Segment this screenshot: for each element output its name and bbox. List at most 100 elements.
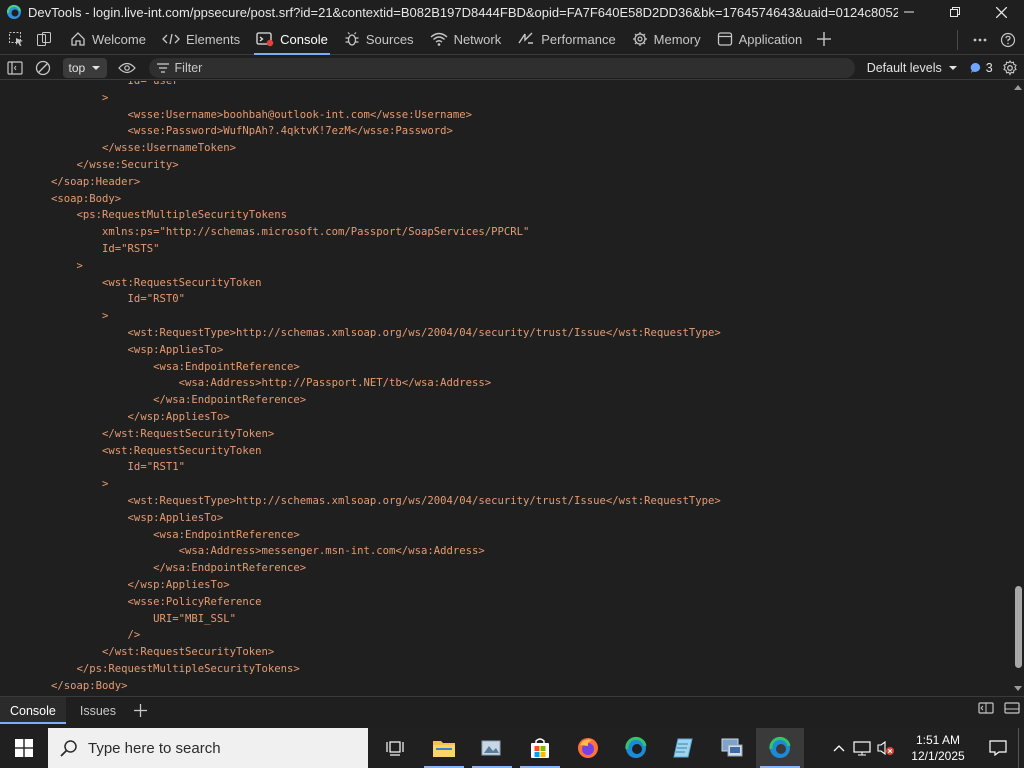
code-line: URI="MBI_SSL" (0, 612, 236, 625)
drawer-tab-issues[interactable]: Issues (70, 697, 126, 724)
search-placeholder: Type here to search (88, 739, 221, 757)
scrollbar-thumb[interactable] (1015, 586, 1022, 668)
show-hidden-icons-button[interactable] (828, 734, 850, 762)
firefox-icon (578, 738, 598, 758)
code-line: <wsp:AppliesTo> (0, 511, 224, 524)
customize-menu-button[interactable] (966, 26, 994, 54)
console-settings-button[interactable] (997, 54, 1024, 82)
tab-label: Console (280, 31, 328, 47)
volume-button[interactable] (874, 734, 898, 762)
ellipsis-icon (973, 38, 987, 41)
performance-icon (518, 32, 534, 44)
taskbar-app-photos[interactable] (468, 728, 516, 768)
inspect-element-button[interactable] (2, 25, 30, 53)
taskbar-app-network-tool[interactable] (708, 728, 756, 768)
code-line: <wst:RequestType>http://schemas.xmlsoap.… (0, 326, 721, 339)
notifications-button[interactable] (978, 734, 1018, 762)
code-line: > (0, 259, 83, 272)
issues-count: 3 (985, 60, 993, 75)
code-line: Id="RST0" (0, 293, 185, 306)
close-drawer-icon[interactable] (1004, 701, 1020, 715)
minimize-button[interactable] (886, 0, 932, 24)
tab-sources[interactable]: Sources (336, 24, 422, 55)
scroll-up-arrow-icon[interactable] (1014, 85, 1022, 90)
issues-counter[interactable]: 3 (970, 61, 993, 75)
eye-icon (118, 62, 136, 73)
filter-input[interactable]: Filter (148, 57, 855, 78)
windows-taskbar: Type here to search 1:51 AM 12/1/2025 (0, 728, 1024, 768)
filter-icon (156, 62, 169, 73)
code-line: </soap:Body> (0, 679, 128, 692)
taskbar-app-edge-devtools[interactable] (756, 728, 804, 768)
inspect-icon (9, 32, 23, 46)
console-toolbar: top Filter Default levels 3 (0, 56, 1024, 80)
tab-performance[interactable]: Performance (509, 24, 623, 55)
taskbar-clock[interactable]: 1:51 AM 12/1/2025 (898, 732, 978, 764)
context-selector[interactable]: top (62, 57, 108, 78)
code-line: /> (0, 629, 141, 642)
network-status-button[interactable] (850, 734, 874, 762)
taskbar-app-notepad[interactable] (660, 728, 708, 768)
tab-application[interactable]: Application (709, 24, 811, 55)
taskbar-file-explorer[interactable] (420, 728, 468, 768)
console-scrollbar[interactable] (1012, 81, 1024, 695)
toggle-sidebar-button[interactable] (0, 54, 29, 82)
code-line: <wsp:AppliesTo> (0, 343, 224, 356)
help-button[interactable] (994, 26, 1022, 54)
message-icon (970, 62, 980, 73)
task-view-button[interactable] (372, 728, 420, 768)
code-line: xmlns:ps="http://schemas.microsoft.com/P… (0, 226, 530, 239)
sidebar-toggle-icon (7, 60, 23, 75)
code-line: <wsa:EndpointReference> (0, 528, 300, 541)
tab-label: Welcome (92, 31, 146, 47)
devtools-app-icon (6, 4, 21, 19)
tab-elements[interactable]: Elements (154, 24, 248, 55)
taskbar-app-store[interactable] (516, 728, 564, 768)
log-levels-dropdown[interactable]: Default levels (867, 61, 958, 75)
show-desktop-button[interactable] (1018, 728, 1024, 768)
dock-drawer-icon[interactable] (978, 701, 994, 715)
chevron-up-icon (833, 745, 845, 752)
minimize-icon (904, 11, 914, 13)
code-line: <wst:RequestSecurityToken (0, 276, 262, 289)
folder-icon (433, 741, 455, 757)
taskbar-search-box[interactable]: Type here to search (48, 728, 368, 768)
filter-placeholder: Filter (174, 60, 203, 75)
image-viewer-icon (481, 740, 501, 756)
drawer-tab-bar: Console Issues (0, 696, 1024, 724)
log-levels-label: Default levels (866, 60, 942, 75)
dropdown-arrow-icon (92, 65, 101, 70)
taskbar-app-edge[interactable] (612, 728, 660, 768)
drawer-right-controls (978, 701, 1020, 715)
drawer-add-tab-button[interactable] (126, 697, 154, 725)
tab-label: Application (738, 31, 803, 47)
clock-date: 12/1/2025 (911, 749, 965, 763)
tab-network[interactable]: Network (422, 24, 510, 55)
close-button[interactable] (978, 0, 1024, 24)
live-expression-button[interactable] (113, 54, 140, 82)
restore-button[interactable] (932, 0, 978, 24)
code-line: <ps:RequestMultipleSecurityTokens (0, 209, 288, 222)
tab-label: Performance (541, 31, 616, 47)
device-toolbar-button[interactable] (30, 25, 58, 53)
dropdown-arrow-icon (948, 65, 957, 70)
drawer-tab-console[interactable]: Console (0, 697, 66, 724)
code-line: <wsse:Password>WufNpAh?.4qktvK!7ezM</wss… (0, 125, 453, 138)
console-output[interactable]: Id="user" > <wsse:Username>boohbah@outlo… (0, 81, 1012, 695)
notepad-icon (673, 738, 693, 758)
tab-label: Elements (185, 31, 241, 47)
tab-welcome[interactable]: Welcome (62, 24, 154, 55)
clear-console-button[interactable] (29, 54, 56, 82)
taskbar-app-firefox[interactable] (564, 728, 612, 768)
scroll-down-arrow-icon[interactable] (1014, 686, 1022, 691)
code-line: </wsa:EndpointReference> (0, 562, 307, 575)
start-button[interactable] (0, 728, 48, 768)
tab-label: Network (453, 31, 502, 47)
ethernet-icon (853, 741, 871, 756)
code-line: </wst:RequestSecurityToken> (0, 427, 275, 440)
tab-memory[interactable]: Memory (624, 24, 709, 55)
clear-icon (35, 60, 51, 75)
edge-icon (769, 736, 791, 758)
tab-console[interactable]: Console (248, 24, 336, 55)
more-tools-button[interactable] (810, 25, 838, 53)
